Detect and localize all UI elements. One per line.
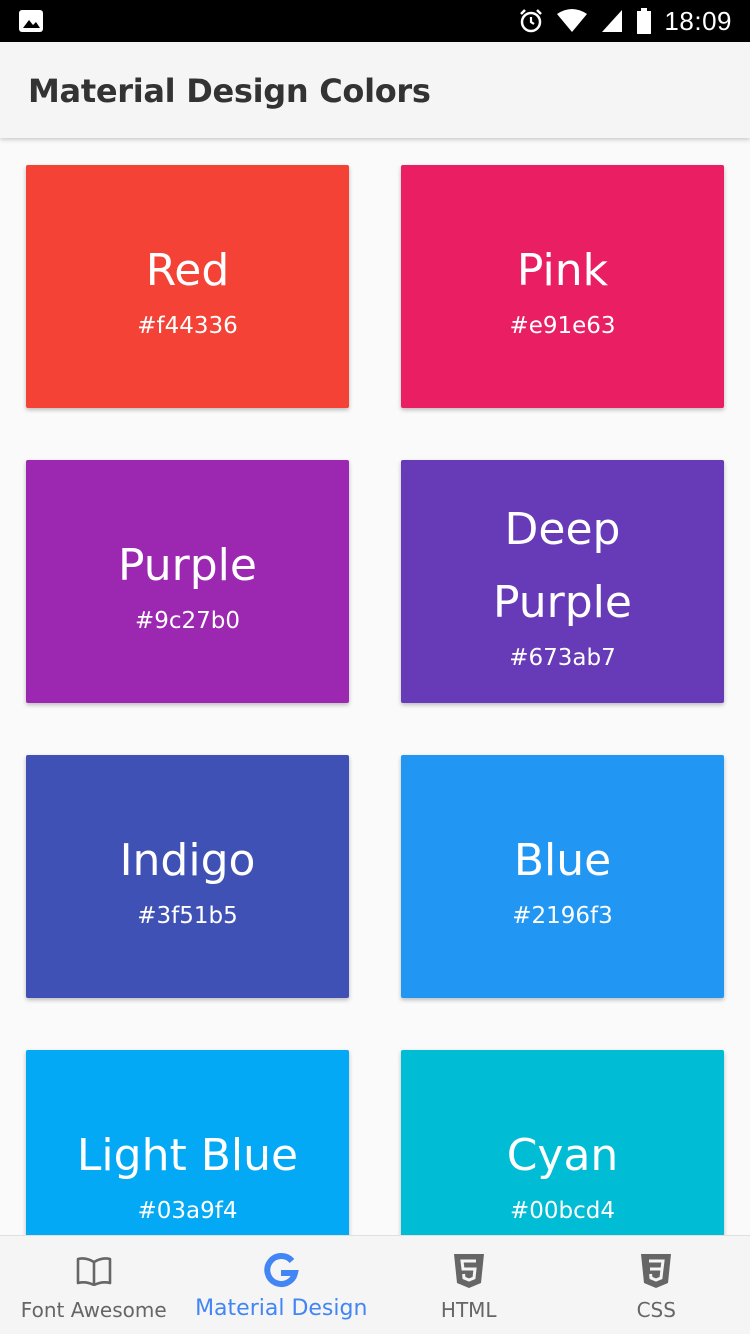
color-name: Cyan bbox=[443, 1119, 683, 1192]
color-card-pink[interactable]: Pink #e91e63 bbox=[401, 165, 724, 408]
page-title: Material Design Colors bbox=[28, 72, 431, 110]
color-name: Deep Purple bbox=[443, 493, 683, 639]
html5-icon bbox=[453, 1253, 485, 1289]
color-card-purple[interactable]: Purple #9c27b0 bbox=[26, 460, 349, 703]
color-name: Purple bbox=[68, 529, 308, 602]
image-notification-icon bbox=[18, 9, 44, 33]
color-card-blue[interactable]: Blue #2196f3 bbox=[401, 755, 724, 998]
nav-label: CSS bbox=[637, 1298, 676, 1322]
color-name: Pink bbox=[443, 234, 683, 307]
css3-icon bbox=[640, 1253, 672, 1289]
book-open-icon bbox=[76, 1256, 112, 1286]
color-name: Light Blue bbox=[68, 1119, 308, 1192]
status-bar: 18:09 bbox=[0, 0, 750, 42]
color-hex: #00bcd4 bbox=[510, 1198, 615, 1224]
nav-label: Material Design bbox=[195, 1296, 367, 1321]
nav-html[interactable]: HTML bbox=[375, 1236, 563, 1334]
nav-font-awesome[interactable]: Font Awesome bbox=[0, 1236, 188, 1334]
color-card-indigo[interactable]: Indigo #3f51b5 bbox=[26, 755, 349, 998]
color-hex: #2196f3 bbox=[512, 903, 613, 929]
color-hex: #9c27b0 bbox=[135, 608, 240, 634]
color-card-red[interactable]: Red #f44336 bbox=[26, 165, 349, 408]
alarm-icon bbox=[518, 8, 544, 34]
clock: 18:09 bbox=[664, 6, 732, 37]
color-name: Red bbox=[68, 234, 308, 307]
nav-material-design[interactable]: Material Design bbox=[188, 1236, 376, 1334]
nav-label: HTML bbox=[441, 1298, 497, 1322]
status-icons: 18:09 bbox=[518, 0, 732, 42]
signal-icon bbox=[600, 8, 624, 34]
color-card-light-blue[interactable]: Light Blue #03a9f4 bbox=[26, 1050, 349, 1235]
google-g-icon bbox=[263, 1253, 299, 1289]
color-hex: #f44336 bbox=[137, 313, 238, 339]
bottom-navigation: Font Awesome Material Design HTML CSS bbox=[0, 1235, 750, 1334]
color-hex: #3f51b5 bbox=[137, 903, 238, 929]
color-grid[interactable]: Red #f44336 Pink #e91e63 Purple #9c27b0 … bbox=[0, 138, 750, 1235]
nav-css[interactable]: CSS bbox=[563, 1236, 750, 1334]
nav-label: Font Awesome bbox=[21, 1298, 167, 1322]
wifi-icon bbox=[556, 8, 588, 34]
color-card-cyan[interactable]: Cyan #00bcd4 bbox=[401, 1050, 724, 1235]
color-hex: #673ab7 bbox=[509, 645, 616, 671]
battery-icon bbox=[636, 7, 652, 35]
color-name: Blue bbox=[443, 824, 683, 897]
color-name: Indigo bbox=[68, 824, 308, 897]
app-bar: Material Design Colors bbox=[0, 42, 750, 138]
color-hex: #e91e63 bbox=[509, 313, 615, 339]
color-card-deep-purple[interactable]: Deep Purple #673ab7 bbox=[401, 460, 724, 703]
color-hex: #03a9f4 bbox=[138, 1198, 238, 1224]
